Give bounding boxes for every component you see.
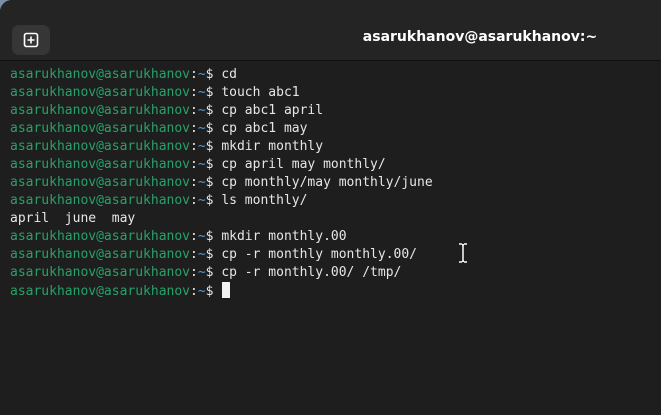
terminal-command-line: asarukhanov@asarukhanov:~$ cp monthly/ma… — [10, 174, 661, 192]
prompt-symbol: $ — [205, 265, 214, 280]
prompt-user-host: asarukhanov@asarukhanov — [10, 121, 191, 136]
command-text: mkdir monthly — [221, 139, 324, 154]
command-text: touch abc1 — [221, 85, 300, 100]
prompt-user-host: asarukhanov@asarukhanov — [10, 284, 191, 299]
terminal-command-line: asarukhanov@asarukhanov:~$ mkdir monthly… — [10, 228, 661, 246]
prompt-symbol: $ — [205, 139, 214, 154]
prompt-path: ~ — [197, 121, 206, 136]
terminal-command-line: asarukhanov@asarukhanov:~$ — [10, 282, 661, 300]
terminal-command-line: asarukhanov@asarukhanov:~$ ls monthly/ — [10, 192, 661, 210]
prompt-path: ~ — [197, 85, 206, 100]
prompt-separator: : — [190, 121, 198, 136]
terminal-command-line: asarukhanov@asarukhanov:~$ mkdir monthly — [10, 138, 661, 156]
prompt-user-host: asarukhanov@asarukhanov — [10, 193, 191, 208]
prompt-separator: : — [190, 67, 198, 82]
command-text: cp april may monthly/ — [221, 157, 386, 172]
prompt-user-host: asarukhanov@asarukhanov — [10, 229, 191, 244]
prompt-symbol: $ — [205, 284, 214, 299]
prompt-user-host: asarukhanov@asarukhanov — [10, 265, 191, 280]
prompt-user-host: asarukhanov@asarukhanov — [10, 175, 191, 190]
prompt-user-host: asarukhanov@asarukhanov — [10, 157, 191, 172]
prompt-user-host: asarukhanov@asarukhanov — [10, 247, 191, 262]
prompt-user-host: asarukhanov@asarukhanov — [10, 67, 191, 82]
prompt-path: ~ — [197, 67, 206, 82]
prompt-path: ~ — [197, 284, 206, 299]
prompt-path: ~ — [197, 139, 206, 154]
prompt-symbol: $ — [205, 175, 214, 190]
terminal-output-line: april june may — [10, 210, 661, 228]
terminal-command-line: asarukhanov@asarukhanov:~$ cp april may … — [10, 156, 661, 174]
command-text: cd — [221, 67, 237, 82]
prompt-separator: : — [190, 229, 198, 244]
prompt-user-host: asarukhanov@asarukhanov — [10, 85, 191, 100]
command-text: cp monthly/may monthly/june — [221, 175, 433, 190]
terminal-cursor — [222, 282, 231, 298]
prompt-symbol: $ — [205, 85, 214, 100]
prompt-separator: : — [190, 157, 198, 172]
prompt-user-host: asarukhanov@asarukhanov — [10, 139, 191, 154]
prompt-separator: : — [190, 139, 198, 154]
prompt-symbol: $ — [205, 157, 214, 172]
prompt-path: ~ — [197, 247, 206, 262]
prompt-separator: : — [190, 284, 198, 299]
prompt-path: ~ — [197, 265, 206, 280]
prompt-user-host: asarukhanov@asarukhanov — [10, 103, 191, 118]
terminal-command-line: asarukhanov@asarukhanov:~$ cp -r monthly… — [10, 264, 661, 282]
terminal-command-line: asarukhanov@asarukhanov:~$ cd — [10, 66, 661, 84]
prompt-separator: : — [190, 247, 198, 262]
prompt-symbol: $ — [205, 193, 214, 208]
prompt-separator: : — [190, 85, 198, 100]
output-text: april june may — [10, 211, 136, 226]
prompt-path: ~ — [197, 103, 206, 118]
prompt-separator: : — [190, 175, 198, 190]
prompt-path: ~ — [197, 229, 206, 244]
prompt-symbol: $ — [205, 67, 214, 82]
prompt-separator: : — [190, 103, 198, 118]
title-bar[interactable]: asarukhanov@asarukhanov:~ — [0, 0, 661, 61]
prompt-separator: : — [190, 193, 198, 208]
prompt-symbol: $ — [205, 103, 214, 118]
terminal-output[interactable]: asarukhanov@asarukhanov:~$ cd asarukhanov… — [10, 66, 661, 415]
terminal-command-line: asarukhanov@asarukhanov:~$ cp abc1 april — [10, 102, 661, 120]
command-text: cp abc1 april — [221, 103, 324, 118]
terminal-window: asarukhanov@asarukhanov:~ asarukhanov@as… — [0, 0, 661, 415]
prompt-symbol: $ — [205, 121, 214, 136]
i-beam-cursor-icon — [459, 243, 467, 263]
plus-box-icon — [23, 32, 39, 48]
new-tab-button[interactable] — [12, 25, 50, 55]
prompt-symbol: $ — [205, 247, 214, 262]
window-title: asarukhanov@asarukhanov:~ — [362, 29, 598, 45]
terminal-command-line: asarukhanov@asarukhanov:~$ cp abc1 may — [10, 120, 661, 138]
prompt-path: ~ — [197, 175, 206, 190]
terminal-command-line: asarukhanov@asarukhanov:~$ cp -r monthly… — [10, 246, 661, 264]
terminal-command-line: asarukhanov@asarukhanov:~$ touch abc1 — [10, 84, 661, 102]
prompt-path: ~ — [197, 193, 206, 208]
prompt-symbol: $ — [205, 229, 214, 244]
command-text: mkdir monthly.00 — [221, 229, 347, 244]
command-text: cp abc1 may — [221, 121, 308, 136]
prompt-separator: : — [190, 265, 198, 280]
command-text: ls monthly/ — [221, 193, 308, 208]
prompt-path: ~ — [197, 157, 206, 172]
command-text: cp -r monthly monthly.00/ — [221, 247, 417, 262]
command-text: cp -r monthly.00/ /tmp/ — [221, 265, 402, 280]
